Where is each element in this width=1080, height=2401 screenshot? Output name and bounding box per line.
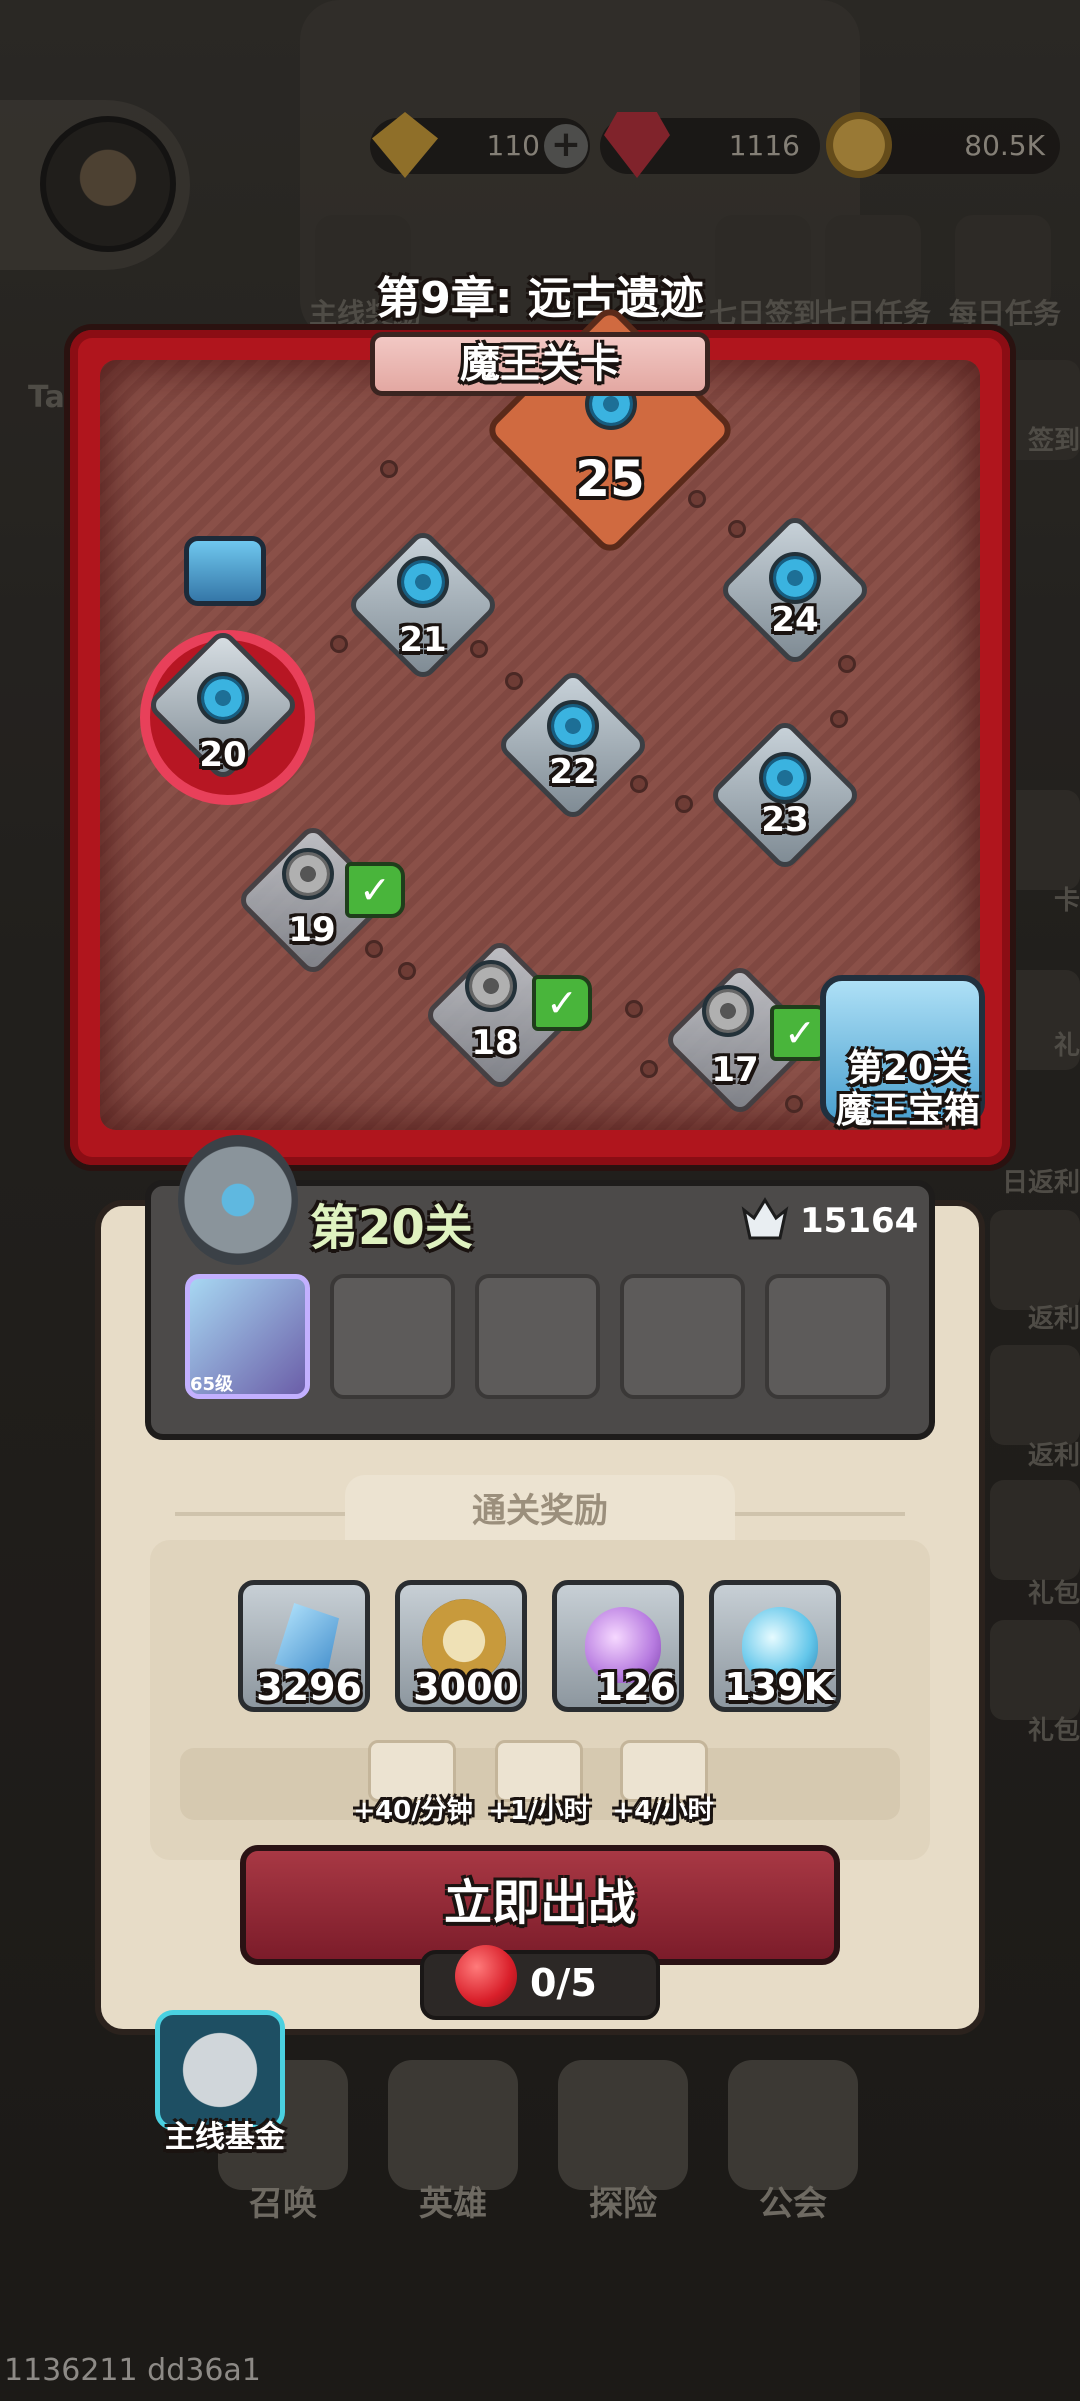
empty-hero-slot[interactable] (330, 1274, 455, 1399)
treasure-chest-icon[interactable] (184, 536, 266, 606)
path-dot (640, 1060, 658, 1078)
stage-number-18: 18 (471, 1023, 519, 1063)
power-value: 15164 (800, 1201, 919, 1241)
stage-number-17: 17 (711, 1050, 759, 1090)
path-dot (625, 1000, 643, 1018)
path-dot (365, 940, 383, 958)
reward-value-3: 126 (596, 1665, 676, 1709)
stage-gear-icon (178, 1135, 298, 1265)
reward-value-2: 3000 (413, 1665, 519, 1709)
stage-eye-icon (465, 960, 517, 1012)
stage-number-24: 24 (771, 600, 819, 640)
path-dot (785, 1095, 803, 1113)
path-dot (675, 795, 693, 813)
reward-title: 通关奖励 (345, 1475, 735, 1547)
fight-now-button[interactable]: 立即出战 (240, 1845, 840, 1965)
chapter-title: 第9章: 远古遗迹 (376, 273, 704, 324)
stamina-value: 0/5 (530, 1961, 597, 2005)
empty-hero-slot[interactable] (765, 1274, 890, 1399)
boss-stage-banner: 魔王关卡 (370, 332, 710, 396)
stage-eye-icon (769, 552, 821, 604)
path-dot (688, 490, 706, 508)
explore-nav-label: 探险 (589, 2184, 657, 2224)
boss-chest-label: 第20关 魔王宝箱 (818, 1048, 998, 1132)
apple-icon (455, 1945, 517, 2007)
main-fund-label: 主线基金 (165, 2120, 285, 2155)
hero-nav-icon[interactable] (388, 2060, 518, 2190)
stage-eye-icon (397, 556, 449, 608)
stage-title: 第20关 (310, 1200, 473, 1256)
boss-chest-label-line2: 魔王宝箱 (835, 1090, 980, 1131)
path-dot (380, 460, 398, 478)
guild-nav-icon[interactable] (728, 2060, 858, 2190)
hero-level: 65级 (190, 1374, 234, 1395)
hero-nav-label: 英雄 (419, 2184, 487, 2224)
build-version-text: 1136211 dd36a1 (4, 2353, 261, 2388)
reward-value-4: 139K (724, 1665, 833, 1709)
divider-left (175, 1512, 345, 1516)
stage-eye-icon (282, 848, 334, 900)
path-dot (838, 655, 856, 673)
path-dot (630, 775, 648, 793)
empty-hero-slot[interactable] (620, 1274, 745, 1399)
reward-value-1: 3296 (256, 1665, 362, 1709)
boss-chest-label-line1: 第20关 (846, 1048, 970, 1089)
stage-eye-icon (759, 752, 811, 804)
stage-number-20: 20 (199, 735, 247, 775)
boss-stage-number: 25 (575, 450, 645, 508)
stage-number-21: 21 (399, 620, 447, 660)
rate-value-3: +4/小时 (612, 1796, 714, 1826)
explore-nav-icon[interactable] (558, 2060, 688, 2190)
stage-number-22: 22 (549, 752, 597, 792)
path-dot (728, 520, 746, 538)
path-dot (330, 635, 348, 653)
guild-nav-label: 公会 (759, 2184, 827, 2224)
divider-right (735, 1512, 905, 1516)
path-dot (505, 672, 523, 690)
stage-eye-icon (702, 985, 754, 1037)
cleared-check-icon: ✓ (345, 862, 405, 918)
summon-nav-label: 召唤 (249, 2184, 317, 2224)
stage-eye-icon (197, 672, 249, 724)
empty-hero-slot[interactable] (475, 1274, 600, 1399)
path-dot (398, 962, 416, 980)
power-icon (741, 1197, 789, 1240)
path-dot (830, 710, 848, 728)
stage-number-23: 23 (761, 800, 809, 840)
stage-number-19: 19 (288, 910, 336, 950)
stage-eye-icon (547, 700, 599, 752)
cleared-check-icon: ✓ (532, 975, 592, 1031)
path-dot (470, 640, 488, 658)
